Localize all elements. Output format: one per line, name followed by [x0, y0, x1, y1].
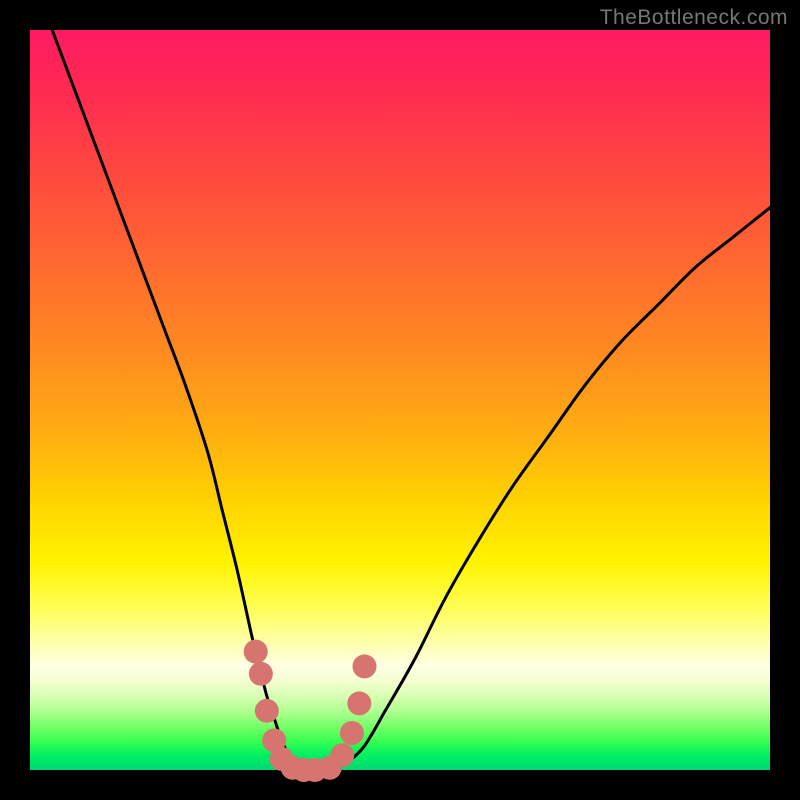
- bottleneck-curve: [30, 0, 770, 770]
- watermark-text: TheBottleneck.com: [600, 6, 788, 30]
- marker-dot: [244, 640, 268, 664]
- marker-dot: [347, 691, 371, 715]
- marker-dot: [340, 721, 364, 745]
- marker-dot: [330, 743, 354, 767]
- marker-dots: [244, 640, 377, 782]
- plot-area: [30, 30, 770, 770]
- marker-dot: [249, 662, 273, 686]
- chart-frame: TheBottleneck.com: [0, 0, 800, 800]
- marker-dot: [255, 699, 279, 723]
- marker-dot: [352, 654, 376, 678]
- curve-svg: [30, 30, 770, 770]
